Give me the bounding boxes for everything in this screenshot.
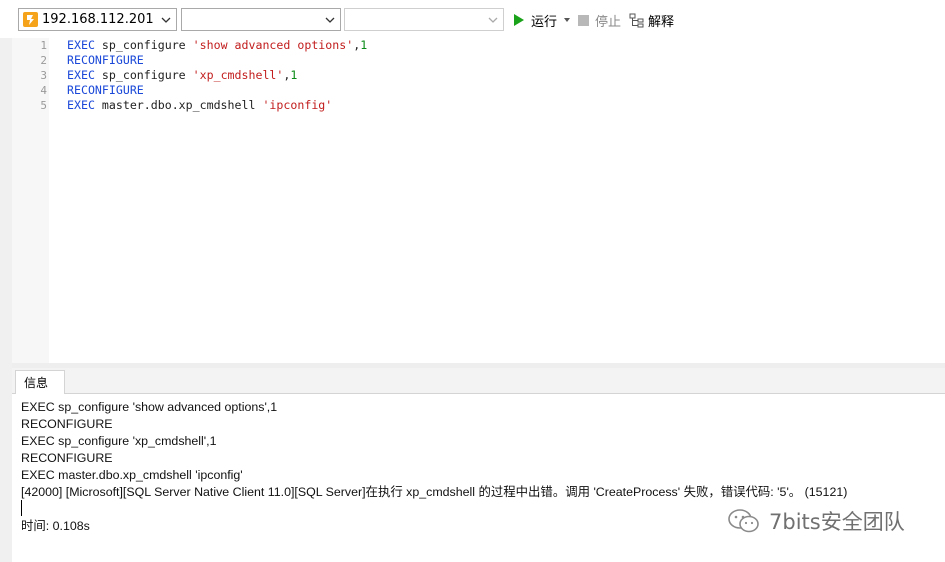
caret-down-icon[interactable] — [563, 16, 571, 24]
sql-editor[interactable]: 1 2 3 4 5 EXEC sp_configure 'show advanc… — [12, 38, 945, 363]
sql-string: 'ipconfig' — [262, 98, 333, 112]
connection-select[interactable]: 192.168.112.201 — [18, 8, 177, 31]
watermark-text: 7bits安全团队 — [769, 510, 905, 534]
line-number: 4 — [40, 84, 47, 97]
error-message-line: [42000] [Microsoft][SQL Server Native Cl… — [21, 485, 848, 499]
stop-label: 停止 — [595, 14, 622, 30]
sql-string: 'xp_cmdshell' — [192, 68, 284, 82]
line-number: 5 — [40, 99, 47, 112]
sql-number: 1 — [290, 68, 298, 82]
play-icon — [514, 14, 524, 26]
code-line[interactable]: EXEC sp_configure 'show advanced options… — [67, 38, 367, 53]
toolbar: 192.168.112.201 运行 停止 解释 — [0, 0, 945, 38]
connection-value: 192.168.112.201 — [42, 12, 154, 27]
stop-button[interactable]: 停止 — [578, 10, 621, 30]
sql-identifier: sp_configure — [94, 38, 193, 52]
explain-label: 解释 — [648, 14, 675, 30]
sql-identifier: master.dbo.xp_cmdshell — [94, 98, 263, 112]
schema-select[interactable] — [344, 8, 504, 31]
chevron-down-icon[interactable] — [160, 14, 172, 26]
explain-button[interactable]: 解释 — [629, 10, 674, 30]
left-panel-edge — [0, 38, 12, 562]
run-button[interactable]: 运行 — [512, 10, 571, 30]
chevron-down-icon[interactable] — [487, 14, 499, 26]
code-line[interactable]: EXEC master.dbo.xp_cmdshell 'ipconfig' — [67, 98, 332, 113]
sql-number: 1 — [360, 38, 368, 52]
wechat-icon — [728, 509, 759, 533]
code-line[interactable]: RECONFIGURE — [67, 83, 144, 98]
line-number: 3 — [40, 69, 47, 82]
tab-messages[interactable]: 信息 — [15, 370, 65, 394]
sql-keyword: EXEC — [67, 98, 95, 112]
chevron-down-icon[interactable] — [324, 14, 336, 26]
sql-identifier: sp_configure — [94, 68, 193, 82]
code-line[interactable]: EXEC sp_configure 'xp_cmdshell',1 — [67, 68, 297, 83]
line-number-gutter: 1 2 3 4 5 — [12, 38, 49, 363]
sql-keyword: RECONFIGURE — [67, 83, 144, 97]
watermark: 7bits安全团队 — [727, 505, 905, 537]
execution-time: 时间: 0.108s — [21, 519, 90, 533]
run-label: 运行 — [531, 14, 558, 30]
line-number: 1 — [40, 39, 47, 52]
sql-string: 'show advanced options' — [192, 38, 354, 52]
sql-keyword: EXEC — [67, 38, 95, 52]
explain-plan-icon — [629, 13, 644, 27]
stop-icon — [578, 14, 589, 26]
message-line: EXEC master.dbo.xp_cmdshell 'ipconfig' — [21, 468, 243, 482]
sql-keyword: EXEC — [67, 68, 95, 82]
results-tab-bar: 信息 — [12, 368, 945, 394]
database-connection-icon — [23, 12, 38, 27]
message-line: EXEC sp_configure 'show advanced options… — [21, 400, 278, 414]
database-select[interactable] — [181, 8, 341, 31]
message-line: RECONFIGURE — [21, 417, 113, 431]
code-line[interactable]: RECONFIGURE — [67, 53, 144, 68]
message-line: RECONFIGURE — [21, 451, 113, 465]
line-number: 2 — [40, 54, 47, 67]
message-line: EXEC sp_configure 'xp_cmdshell',1 — [21, 434, 217, 448]
text-caret — [21, 500, 22, 516]
sql-keyword: RECONFIGURE — [67, 53, 144, 67]
